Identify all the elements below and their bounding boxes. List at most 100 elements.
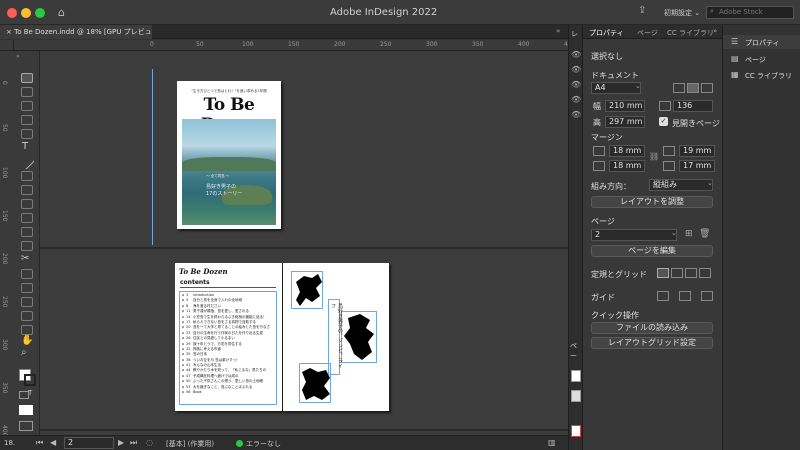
adjust-layout-button[interactable]: レイアウトを調整 xyxy=(591,196,713,208)
add-page-icon[interactable]: ⊞ xyxy=(685,229,693,239)
link-margins-icon[interactable]: ⛓ xyxy=(649,152,659,161)
rectangle-frame-tool-icon[interactable] xyxy=(21,199,33,209)
vertical-text-frame[interactable]: 島好き男子の、ゾンビ、ライフ xyxy=(328,299,343,375)
width-field[interactable]: 210 mm xyxy=(605,100,645,112)
spread-left-page[interactable]: To Be Dozen contents p 3 introduction p 5 自分と… xyxy=(175,263,282,411)
margin-inside-field[interactable]: 19 mm xyxy=(679,145,715,157)
document-tab[interactable]: × To Be Dozen.indd @ 18% [GPU プレビュー] xyxy=(0,25,152,50)
first-page-icon[interactable]: ⏮ xyxy=(36,438,43,448)
page-select[interactable]: 2 xyxy=(591,229,677,241)
baseline-grid-icon[interactable] xyxy=(671,268,683,278)
tab-pages[interactable]: ページ xyxy=(637,28,658,38)
page-thumbnail[interactable] xyxy=(571,425,581,437)
binding-direction-icon[interactable] xyxy=(701,83,713,93)
dock-item-properties[interactable]: ☰ プロパティ xyxy=(723,35,800,49)
zoom-tool-icon[interactable]: ⌕ xyxy=(21,347,27,358)
workspace-switcher[interactable]: 初期設定 ⌄ xyxy=(664,8,700,18)
layout-grid-settings-button[interactable]: レイアウトグリッド設定 xyxy=(591,337,713,349)
toc-text-frame[interactable]: p 3 introduction p 5 自分と島を全身で入れの全地域 p 8 海を渡る村ださい… xyxy=(179,291,277,405)
split-view-icon[interactable]: ▥ xyxy=(548,438,556,447)
map-frame[interactable] xyxy=(291,271,323,309)
map-frame[interactable] xyxy=(299,363,331,403)
guides-lock-icon[interactable] xyxy=(679,291,691,301)
visibility-eye-icon[interactable]: 👁 xyxy=(571,50,581,59)
visibility-eye-icon[interactable]: 👁 xyxy=(571,65,581,74)
facing-pages-checkbox[interactable]: ✓ xyxy=(659,117,668,126)
tab-cc-libraries[interactable]: CC ライブラリ xyxy=(667,28,714,38)
visibility-eye-icon[interactable]: 👁 xyxy=(571,80,581,89)
ruler-icon[interactable] xyxy=(657,268,669,278)
note-tool-icon[interactable] xyxy=(21,311,33,321)
layout-grid-icon[interactable] xyxy=(699,268,711,278)
stroke-swatch[interactable] xyxy=(24,374,36,386)
dock-item-pages[interactable]: ▤ ページ xyxy=(723,52,800,66)
selection-tool-icon[interactable] xyxy=(21,73,33,83)
last-page-icon[interactable]: ⏭ xyxy=(130,438,137,448)
rectangle-tool-icon[interactable] xyxy=(21,213,33,223)
direct-selection-tool-icon[interactable] xyxy=(21,87,33,97)
pages-panel-label[interactable]: ペー xyxy=(570,341,582,361)
preflight-icon[interactable]: ◌ xyxy=(146,438,153,447)
visibility-eye-icon[interactable]: 👁 xyxy=(571,110,581,119)
layers-panel-label[interactable]: レ xyxy=(571,29,578,39)
map-frame[interactable] xyxy=(341,311,377,363)
page-number-field[interactable]: 2 xyxy=(64,437,114,449)
gradient-tool-icon[interactable] xyxy=(21,283,33,293)
minimize-window-button[interactable] xyxy=(21,8,31,18)
stock-search-input[interactable]: Adobe Stock xyxy=(706,6,794,19)
zoom-window-button[interactable] xyxy=(35,8,45,18)
apply-color-icon[interactable] xyxy=(19,405,33,415)
page-thumbnail[interactable] xyxy=(571,370,581,382)
working-style[interactable]: [基本] (作業用) xyxy=(166,439,214,449)
cover-page[interactable]: "生き方ひとつで島はとれ！"を追い求める1年間 To Be Dozen 〜 全て… xyxy=(177,81,281,229)
chevron-down-icon[interactable]: ⌄ xyxy=(707,179,713,187)
import-file-button[interactable]: ファイルの読み込み xyxy=(591,322,713,334)
panel-menu-icon[interactable]: » xyxy=(713,27,717,35)
scissors-tool-icon[interactable]: ✂ xyxy=(21,253,29,264)
visibility-eye-icon[interactable]: 👁 xyxy=(571,95,581,104)
page-count-field[interactable]: 136 xyxy=(673,100,713,112)
free-transform-tool-icon[interactable] xyxy=(21,269,33,279)
chevron-down-icon[interactable]: ⌄ xyxy=(635,82,641,90)
pasteboard[interactable]: "生き方ひとつで島はとれ！"を追い求める1年間 To Be Dozen 〜 全て… xyxy=(40,51,568,435)
margin-outside-field[interactable]: 17 mm xyxy=(679,160,715,172)
pencil-tool-icon[interactable] xyxy=(21,185,33,195)
collapse-toolbar-icon[interactable]: » xyxy=(16,53,20,60)
page-size-select[interactable]: A4 xyxy=(591,82,641,94)
line-tool-icon[interactable] xyxy=(19,154,35,170)
table-tool-icon[interactable] xyxy=(21,227,33,237)
pen-tool-icon[interactable] xyxy=(21,171,33,181)
preflight-errors[interactable]: エラーなし xyxy=(246,439,281,449)
smart-guides-icon[interactable] xyxy=(701,291,713,301)
home-icon[interactable]: ⌂ xyxy=(58,6,65,19)
spread-right-page[interactable]: 島好き男子の、ゾンビ、ライフ xyxy=(283,263,389,411)
screen-mode-icon[interactable] xyxy=(19,421,33,431)
margin-top-field[interactable]: 18 mm xyxy=(609,145,645,157)
chevron-down-icon[interactable]: ⌄ xyxy=(671,229,677,237)
ruler-origin[interactable] xyxy=(0,40,14,51)
type-tool-icon[interactable]: T xyxy=(22,141,28,152)
height-field[interactable]: 297 mm xyxy=(605,116,645,128)
gradient-feather-tool-icon[interactable] xyxy=(21,297,33,307)
binding-select[interactable]: 縦組み xyxy=(649,179,713,191)
portrait-orientation-icon[interactable] xyxy=(673,83,685,93)
grid-tool-icon[interactable] xyxy=(21,241,33,251)
guides-show-icon[interactable] xyxy=(657,291,669,301)
landscape-orientation-icon[interactable] xyxy=(687,83,699,93)
more-tabs-icon[interactable]: » xyxy=(556,27,560,35)
eyedropper-tool-icon[interactable] xyxy=(21,325,33,335)
tab-properties[interactable]: プロパティ xyxy=(589,28,624,38)
page-thumbnail[interactable] xyxy=(571,390,581,402)
next-page-icon[interactable]: ▶ xyxy=(118,438,124,447)
gap-tool-icon[interactable] xyxy=(21,115,33,125)
hand-tool-icon[interactable]: ✋ xyxy=(21,335,33,346)
delete-page-icon[interactable]: 🗑 xyxy=(699,229,710,239)
edit-page-button[interactable]: ページを編集 xyxy=(591,245,713,257)
previous-page-icon[interactable]: ◀ xyxy=(50,438,56,447)
zoom-level[interactable]: 18. xyxy=(4,439,15,447)
tab-close-icon[interactable]: × xyxy=(6,28,12,36)
page-tool-icon[interactable] xyxy=(21,101,33,111)
share-icon[interactable]: ⇪ xyxy=(638,5,646,16)
margin-bottom-field[interactable]: 18 mm xyxy=(609,160,645,172)
close-window-button[interactable] xyxy=(7,8,17,18)
